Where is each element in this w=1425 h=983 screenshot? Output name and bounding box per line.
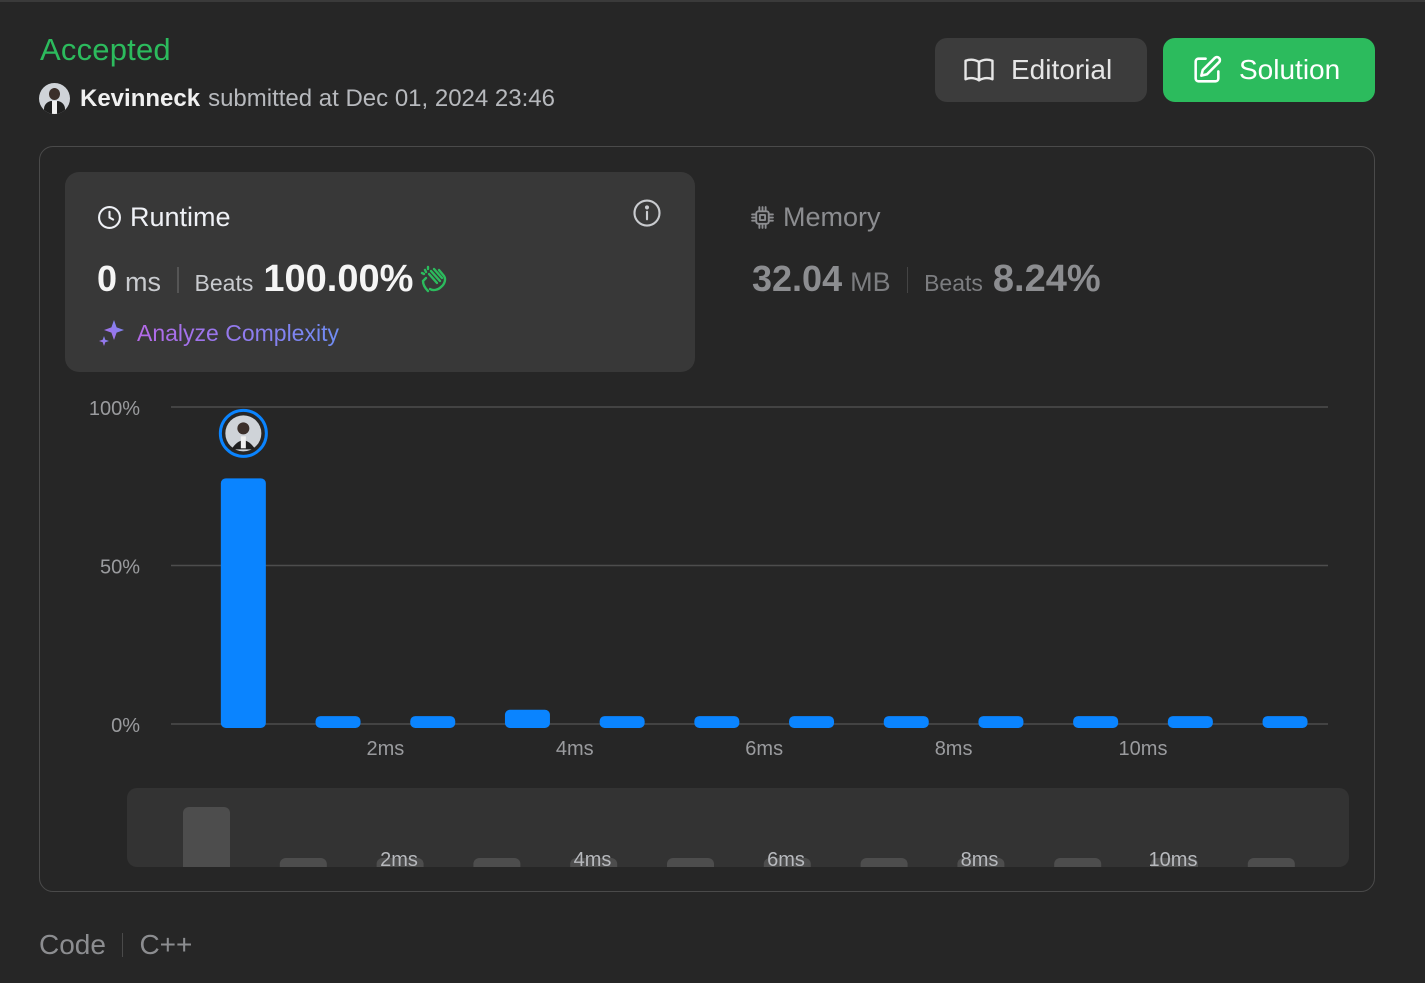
sparkle-icon [97,318,127,348]
editorial-label: Editorial [1011,54,1113,85]
overview-tick-label: 4ms [574,849,612,867]
memory-title-text: Memory [783,202,881,232]
histogram-bar [1167,716,1213,728]
x-tick-label: 10ms [1119,738,1168,760]
avatar[interactable] [39,83,70,114]
overview-tick-label: 8ms [961,849,999,867]
memory-metric[interactable]: 32.04 MB Beats 8.24% [752,258,1101,301]
histogram-bar [694,716,740,728]
user-avatar-marker [218,408,268,458]
clock-icon [97,205,122,230]
overview-bar [183,807,230,867]
histogram-bar [978,716,1024,728]
username-link[interactable]: Kevinneck [80,85,200,113]
x-tick-label: 2ms [367,738,405,760]
submission-status: Accepted [40,32,171,67]
overview-bar [1054,858,1102,867]
runtime-metric: 0 ms Beats 100.00% [97,258,449,301]
clapping-hands-icon [419,265,449,295]
runtime-title: Runtime [97,202,231,233]
memory-beats-percent: 8.24% [992,258,1101,300]
submission-info: Kevinneck submitted at Dec 01, 2024 23:4… [39,83,555,114]
y-tick-label: 100% [89,398,140,420]
overview-bar [473,858,521,867]
code-label: Code [39,929,106,960]
overview-tick-label: 10ms [1149,849,1198,867]
overview-bar [279,858,327,867]
memory-value: 32.04 [752,258,843,299]
divider [121,933,124,957]
memory-tab[interactable]: Memory [750,202,881,233]
runtime-card[interactable]: Runtime 0 ms Beats 100.00% Analyze Compl… [65,172,695,372]
solution-label: Solution [1239,54,1341,85]
histogram-bar [883,716,929,728]
divider [177,266,179,293]
overview-tick-label: 6ms [767,849,805,867]
runtime-distribution-chart[interactable]: 100% 50% 0% 2ms 4ms 6ms 8ms 10ms [60,390,1360,770]
memory-unit: MB [850,267,891,297]
editorial-button[interactable]: Editorial [935,38,1147,102]
overview-tick-label: 2ms [380,849,418,867]
avatar-head [237,422,250,435]
x-tick-label: 4ms [556,738,594,760]
overview-bar [860,858,908,867]
solution-button[interactable]: Solution [1163,38,1375,102]
runtime-unit: ms [125,267,162,297]
language-label: C++ [139,929,193,960]
histogram-bar [1073,716,1119,728]
code-section-header: Code C++ [39,929,192,961]
submitted-timestamp: submitted at Dec 01, 2024 23:46 [208,84,555,112]
histogram-bar [220,478,266,728]
chip-icon [750,205,775,230]
y-tick-label: 0% [111,715,140,737]
histogram-bar [315,716,361,728]
x-tick-label: 6ms [745,738,783,760]
avatar-shirt [240,436,246,449]
top-divider [0,0,1425,2]
histogram-bar [504,709,550,728]
y-tick-label: 50% [100,557,140,579]
chart-overview-navigator[interactable]: 2ms 4ms 6ms 8ms 10ms [127,788,1349,867]
x-tick-label: 8ms [935,738,973,760]
memory-beats-label: Beats [924,270,983,296]
histogram-bar [599,716,645,728]
overview-bar [667,858,714,867]
edit-icon [1190,53,1224,87]
info-icon[interactable] [632,198,662,228]
analyze-complexity-link[interactable]: Analyze Complexity [97,318,339,348]
runtime-beats-label: Beats [194,270,254,296]
overview-bar [1247,858,1295,867]
runtime-beats-percent: 100.00% [263,258,414,300]
runtime-title-text: Runtime [130,202,231,232]
divider [906,266,909,293]
histogram-bar [410,716,456,728]
runtime-value: 0 [97,258,118,299]
book-icon [962,53,996,87]
analyze-complexity-label: Analyze Complexity [137,319,339,346]
histogram-bar [789,716,835,728]
histogram-bar [1262,716,1308,728]
